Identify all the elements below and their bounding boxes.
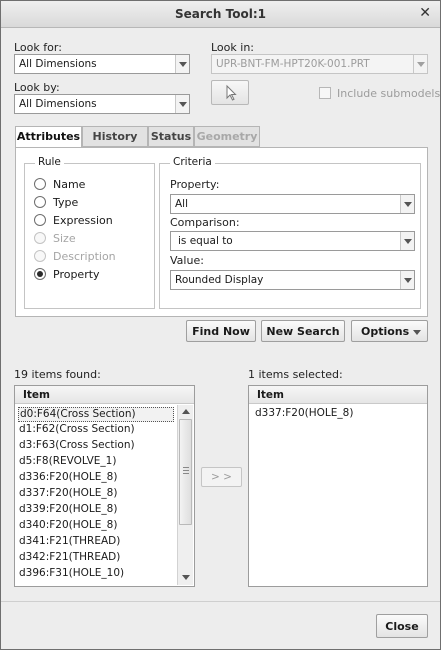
found-items-list[interactable]: Item d0:F64(Cross Section) d1:F62(Cross … [14, 385, 195, 587]
scroll-thumb[interactable] [179, 419, 192, 525]
chevron-down-icon [413, 330, 421, 335]
tab-history[interactable]: History [82, 126, 148, 147]
criteria-group: Criteria Property: All Comparison: is eq… [159, 156, 421, 309]
move-to-selected-button: > > [201, 467, 242, 487]
find-now-button[interactable]: Find Now [186, 320, 256, 342]
look-in-select: UPR-BNT-FM-HPT20K-001.PRT [211, 54, 428, 74]
search-tool-window: Search Tool:1 ✕ Look for: All Dimensions… [0, 0, 441, 650]
selected-items-list[interactable]: Item d337:F20(HOLE_8) [248, 385, 428, 587]
property-value: All [175, 198, 189, 210]
rule-property-label: Property [53, 268, 100, 281]
tab-geometry: Geometry [194, 126, 260, 147]
rule-name-label: Name [53, 178, 86, 191]
list-item[interactable]: d0:F64(Cross Section) [18, 407, 174, 422]
value-select[interactable]: Rounded Display [170, 270, 415, 290]
include-submodels-label: Include submodels [337, 87, 441, 100]
rule-size-radio [34, 232, 46, 244]
list-item[interactable]: d342:F21(THREAD) [18, 551, 120, 566]
close-button[interactable]: Close [376, 614, 428, 638]
list-item[interactable]: d1:F62(Cross Section) [18, 423, 135, 438]
chevron-down-icon [175, 95, 189, 113]
look-in-value: UPR-BNT-FM-HPT20K-001.PRT [216, 58, 370, 70]
criteria-title: Criteria [170, 156, 215, 168]
chevron-down-icon [400, 195, 414, 213]
chevron-down-icon [400, 232, 414, 250]
list-item[interactable]: d339:F20(HOLE_8) [18, 503, 117, 518]
window-title: Search Tool:1 [175, 7, 266, 21]
pick-model-button[interactable] [211, 80, 249, 105]
new-search-button[interactable]: New Search [261, 320, 345, 342]
look-by-select[interactable]: All Dimensions [14, 94, 190, 114]
rule-description-label: Description [53, 250, 116, 263]
attributes-panel: Rule Name Type Expression Size Descripti… [15, 147, 428, 317]
chevron-down-icon [175, 55, 189, 73]
list-item[interactable]: d337:F20(HOLE_8) [18, 487, 117, 502]
rule-description-radio [34, 250, 46, 262]
property-select[interactable]: All [170, 194, 415, 214]
list-item[interactable]: d336:F20(HOLE_8) [18, 471, 117, 486]
rule-size-label: Size [53, 232, 76, 245]
found-list-scrollbar[interactable] [177, 405, 193, 585]
cursor-arrow-icon [226, 84, 237, 101]
property-label: Property: [170, 178, 220, 191]
list-item[interactable]: d337:F20(HOLE_8) [254, 407, 353, 422]
options-button[interactable]: Options [351, 320, 428, 342]
rule-type-radio[interactable] [34, 196, 46, 208]
rule-group: Rule Name Type Expression Size Descripti… [24, 156, 155, 309]
grip-line [183, 473, 189, 474]
chevron-down-icon [400, 271, 414, 289]
value-label: Value: [170, 254, 204, 267]
list-item[interactable]: d340:F20(HOLE_8) [18, 519, 117, 534]
scroll-down-icon[interactable] [182, 575, 190, 580]
found-item-column-header[interactable]: Item [15, 386, 194, 404]
grip-line [183, 470, 189, 471]
comparison-label: Comparison: [170, 216, 240, 229]
items-selected-label: 1 items selected: [248, 368, 343, 381]
list-item[interactable]: d396:F31(HOLE_10) [18, 567, 124, 582]
look-for-select[interactable]: All Dimensions [14, 54, 190, 74]
footer-divider [1, 601, 440, 602]
selected-item-column-header[interactable]: Item [249, 386, 427, 404]
chevron-down-icon [413, 55, 427, 73]
scroll-up-icon[interactable] [182, 409, 190, 414]
look-by-value: All Dimensions [19, 98, 97, 110]
look-by-label: Look by: [14, 81, 60, 94]
rule-title: Rule [35, 156, 64, 168]
rule-name-radio[interactable] [34, 178, 46, 190]
list-item[interactable]: d3:F63(Cross Section) [18, 439, 135, 454]
list-item[interactable]: d5:F8(REVOLVE_1) [18, 455, 116, 470]
rule-property-radio[interactable] [34, 268, 46, 280]
items-found-label: 19 items found: [14, 368, 101, 381]
rule-expression-radio[interactable] [34, 214, 46, 226]
look-in-label: Look in: [211, 41, 254, 54]
include-submodels-checkbox[interactable] [319, 87, 331, 99]
comparison-select[interactable]: is equal to [170, 231, 415, 251]
comparison-value: is equal to [178, 235, 233, 247]
rule-expression-label: Expression [53, 214, 113, 227]
title-bar: Search Tool:1 ✕ [1, 1, 440, 28]
close-icon[interactable]: ✕ [419, 5, 431, 21]
rule-type-label: Type [53, 196, 79, 209]
look-for-value: All Dimensions [19, 58, 97, 70]
value-value: Rounded Display [175, 274, 264, 286]
look-for-label: Look for: [14, 41, 62, 54]
list-item[interactable]: d341:F21(THREAD) [18, 535, 120, 550]
tab-attributes[interactable]: Attributes [15, 126, 82, 148]
options-label: Options [361, 325, 410, 338]
grip-line [183, 467, 189, 468]
tab-status[interactable]: Status [148, 126, 194, 147]
